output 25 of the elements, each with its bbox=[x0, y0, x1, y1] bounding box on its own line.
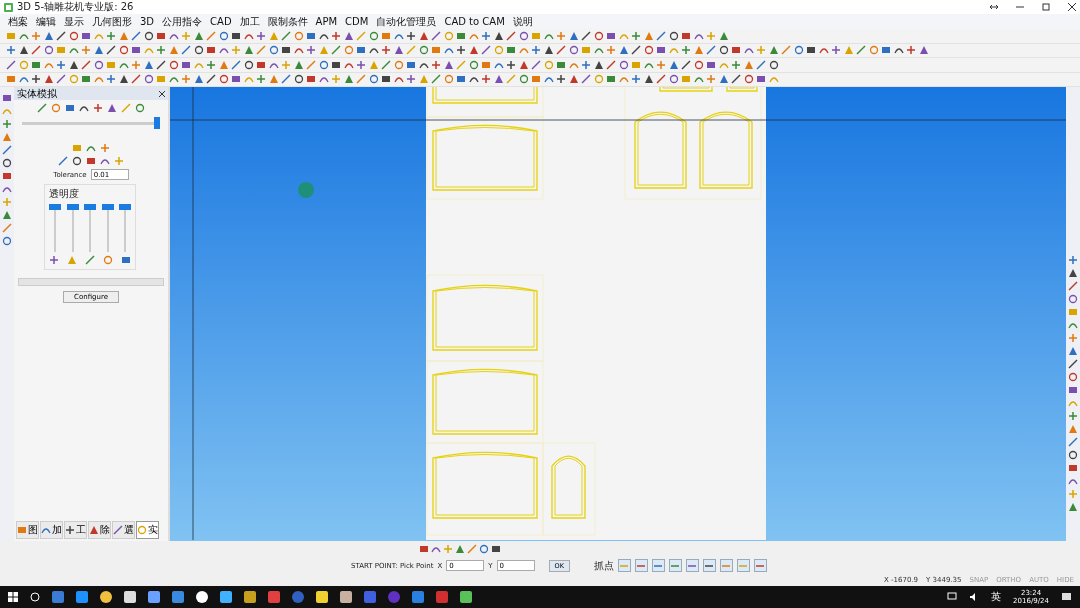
panel-tab[interactable]: 除 bbox=[88, 521, 111, 539]
panel-tab[interactable]: 实 bbox=[136, 521, 159, 539]
menu-item[interactable]: CDM bbox=[345, 16, 369, 27]
menu-item[interactable]: 显示 bbox=[64, 14, 84, 29]
menu-item[interactable]: 3D bbox=[140, 16, 155, 27]
menu-item[interactable]: 说明 bbox=[512, 14, 533, 29]
panel-title: 实体模拟 bbox=[17, 86, 57, 101]
panel-tab[interactable]: 图 bbox=[16, 521, 39, 539]
menu-item[interactable]: 档案 bbox=[8, 14, 28, 29]
window-title: 3D 5-轴雕花机专业版: 26 bbox=[17, 0, 135, 14]
snap-label: 抓点 bbox=[593, 558, 614, 573]
group-title: 透明度 bbox=[49, 187, 80, 201]
menu-item[interactable]: 几何图形 bbox=[92, 14, 132, 29]
menu-item[interactable]: 编辑 bbox=[36, 14, 56, 29]
panel-tab[interactable]: 加 bbox=[40, 521, 63, 539]
input-method[interactable]: 英 bbox=[991, 590, 1002, 604]
panel-tab[interactable]: 選 bbox=[112, 521, 135, 539]
menu-item[interactable]: 自动化管理员 bbox=[376, 14, 437, 29]
menu-item[interactable]: 加工 bbox=[239, 14, 260, 29]
menu-item[interactable]: CAD bbox=[210, 16, 232, 27]
menu-item[interactable]: 公用指令 bbox=[162, 14, 203, 29]
panel-tab[interactable]: 工 bbox=[64, 521, 87, 539]
menu-item[interactable]: APM bbox=[315, 16, 338, 27]
menu-item[interactable]: CAD to CAM bbox=[444, 16, 505, 27]
menu-item[interactable]: 限制条件 bbox=[267, 14, 308, 29]
